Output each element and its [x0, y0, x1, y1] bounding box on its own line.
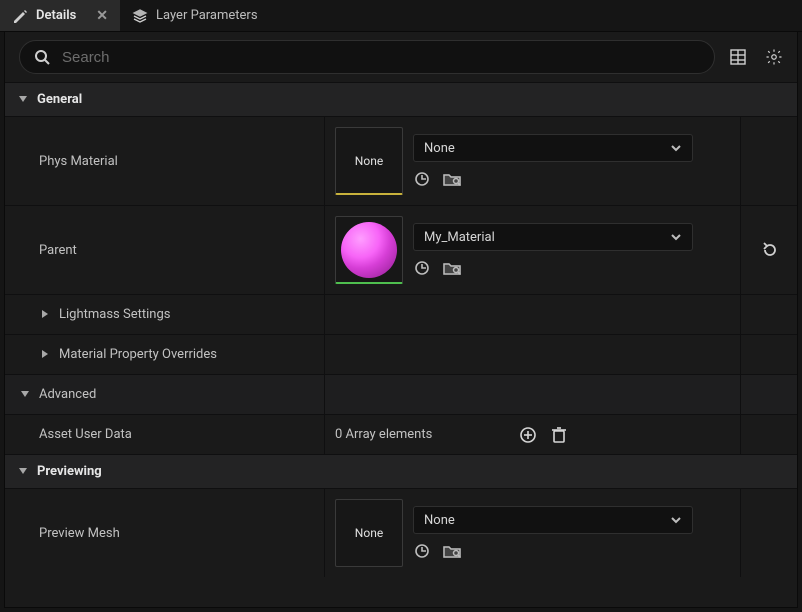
row-parent: Parent My_Material — [5, 205, 797, 294]
row-material-property-overrides[interactable]: Material Property Overrides — [5, 334, 797, 374]
preview-mesh-thumbnail[interactable]: None — [335, 499, 403, 567]
phys-material-thumbnail[interactable]: None — [335, 127, 403, 195]
tab-layer-parameters-label: Layer Parameters — [156, 8, 258, 23]
chevron-down-icon — [19, 388, 33, 402]
parent-thumbnail[interactable] — [335, 216, 403, 284]
category-general-label: General — [37, 92, 82, 107]
search-box[interactable] — [19, 40, 715, 74]
tab-details[interactable]: Details ✕ — [0, 0, 120, 31]
layers-icon — [132, 8, 148, 24]
reset-to-default-icon[interactable] — [759, 240, 779, 260]
phys-material-thumb-text: None — [355, 154, 383, 168]
browse-asset-icon[interactable] — [443, 542, 461, 560]
chevron-down-icon — [670, 142, 682, 154]
tab-layer-parameters[interactable]: Layer Parameters — [120, 0, 270, 31]
browse-asset-icon[interactable] — [443, 170, 461, 188]
settings-button[interactable] — [761, 44, 787, 70]
label-asset-user-data: Asset User Data — [5, 415, 325, 454]
browse-asset-icon[interactable] — [443, 259, 461, 277]
add-element-icon[interactable] — [519, 426, 537, 444]
tab-strip: Details ✕ Layer Parameters — [0, 0, 802, 32]
chevron-down-icon — [17, 465, 31, 479]
row-preview-mesh: Preview Mesh None None — [5, 488, 797, 577]
preview-mesh-thumb-text: None — [355, 526, 383, 540]
asset-user-data-value: 0 Array elements — [335, 427, 505, 442]
details-tab-icon — [12, 8, 28, 24]
clear-array-icon[interactable] — [551, 426, 567, 444]
category-advanced-label: Advanced — [39, 387, 96, 402]
chevron-right-icon — [39, 308, 53, 322]
property-grid: General Phys Material None None — [5, 82, 797, 607]
search-icon — [34, 49, 50, 65]
category-general[interactable]: General — [5, 82, 797, 116]
preview-mesh-dropdown[interactable]: None — [413, 506, 693, 534]
row-asset-user-data: Asset User Data 0 Array elements — [5, 414, 797, 454]
category-previewing-label: Previewing — [37, 464, 102, 479]
use-selected-asset-icon[interactable] — [413, 170, 431, 188]
material-sphere-icon — [341, 222, 397, 278]
row-phys-material: Phys Material None None — [5, 116, 797, 205]
phys-material-dropdown[interactable]: None — [413, 134, 693, 162]
chevron-right-icon — [39, 348, 53, 362]
tab-details-label: Details — [36, 8, 76, 23]
chevron-down-icon — [670, 514, 682, 526]
label-mat-overrides: Material Property Overrides — [59, 347, 217, 362]
phys-material-dropdown-value: None — [424, 141, 455, 156]
label-parent: Parent — [5, 206, 325, 294]
search-input[interactable] — [60, 48, 700, 67]
category-advanced[interactable]: Advanced — [5, 374, 797, 414]
label-phys-material: Phys Material — [5, 117, 325, 205]
row-lightmass-settings[interactable]: Lightmass Settings — [5, 294, 797, 334]
close-tab-icon[interactable]: ✕ — [96, 8, 108, 24]
preview-mesh-dropdown-value: None — [424, 513, 455, 528]
chevron-down-icon — [17, 93, 31, 107]
chevron-down-icon — [670, 231, 682, 243]
use-selected-asset-icon[interactable] — [413, 542, 431, 560]
details-panel: General Phys Material None None — [4, 32, 798, 608]
label-preview-mesh: Preview Mesh — [5, 489, 325, 577]
use-selected-asset-icon[interactable] — [413, 259, 431, 277]
parent-dropdown-value: My_Material — [424, 230, 495, 245]
search-row — [5, 32, 797, 82]
parent-dropdown[interactable]: My_Material — [413, 223, 693, 251]
label-lightmass: Lightmass Settings — [59, 307, 170, 322]
category-previewing[interactable]: Previewing — [5, 454, 797, 488]
show-only-modified-button[interactable] — [725, 44, 751, 70]
